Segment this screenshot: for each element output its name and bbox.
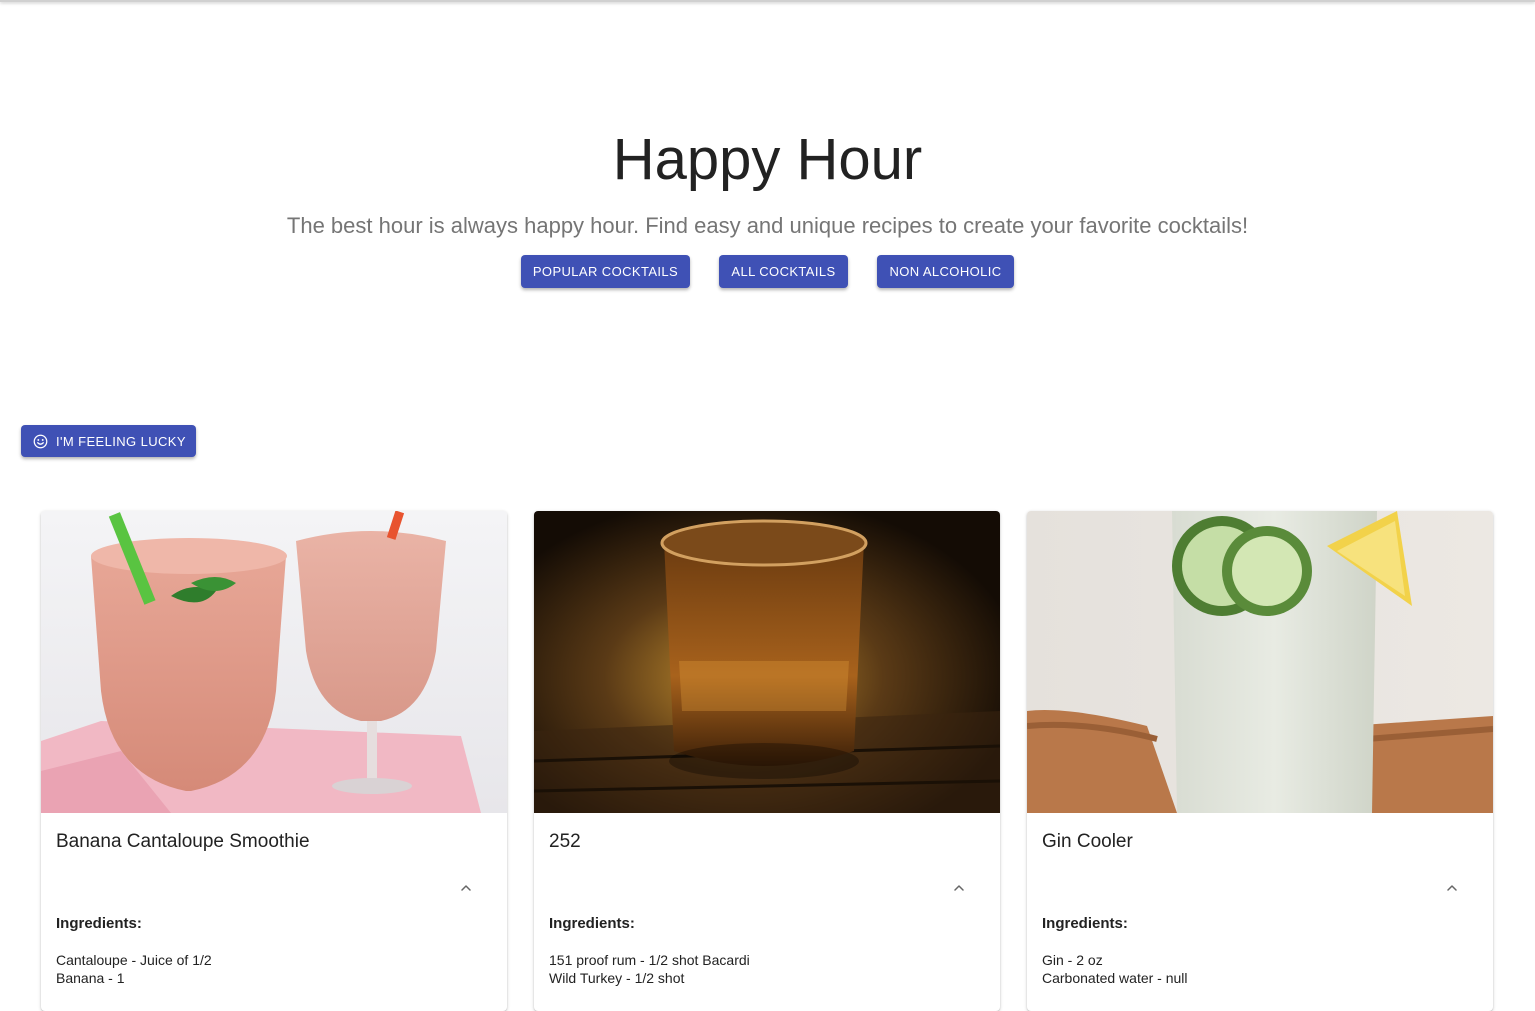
ingredients-label: Ingredients: [1042, 915, 1128, 932]
popular-cocktails-button[interactable]: POPULAR COCKTAILS [521, 255, 690, 288]
chevron-up-icon [1447, 885, 1457, 891]
ingredients-label: Ingredients: [56, 915, 142, 932]
ingredient-item: Wild Turkey - 1/2 shot [549, 970, 685, 986]
all-cocktails-button[interactable]: ALL COCKTAILS [719, 255, 848, 288]
expand-button[interactable] [1437, 876, 1467, 900]
chevron-up-icon [954, 885, 964, 891]
ingredients-label: Ingredients: [549, 915, 635, 932]
appbar-edge [0, 0, 1535, 2]
page-subtitle: The best hour is always happy hour. Find… [286, 213, 1249, 238]
cocktail-name: Gin Cooler [1042, 831, 1133, 852]
ingredient-item: Carbonated water - null [1042, 970, 1188, 986]
cocktail-card[interactable]: Gin Cooler Ingredients: Gin - 2 oz Carbo… [1027, 511, 1493, 1011]
expand-button[interactable] [451, 876, 481, 900]
cocktail-image[interactable] [41, 511, 507, 813]
non-alcoholic-button[interactable]: NON ALCOHOLIC [877, 255, 1014, 288]
ingredient-item: Gin - 2 oz [1042, 952, 1103, 968]
cocktail-name: 252 [549, 831, 581, 852]
feeling-lucky-button[interactable]: I'M FEELING LUCKY [21, 425, 196, 457]
smile-icon [33, 434, 48, 448]
cocktail-card[interactable]: Banana Cantaloupe Smoothie Ingredients: … [41, 511, 507, 1011]
cocktail-name: Banana Cantaloupe Smoothie [56, 831, 310, 852]
cocktail-image[interactable] [534, 511, 1000, 813]
expand-button[interactable] [944, 876, 974, 900]
ingredients-list: 151 proof rum - 1/2 shot Bacardi Wild Tu… [549, 951, 750, 987]
feeling-lucky-label: I'M FEELING LUCKY [56, 433, 186, 449]
cocktail-image[interactable] [1027, 511, 1493, 813]
cocktail-card[interactable]: 252 Ingredients: 151 proof rum - 1/2 sho… [534, 511, 1000, 1011]
page-title: Happy Hour [612, 127, 923, 192]
chevron-up-icon [461, 885, 471, 891]
ingredient-item: 151 proof rum - 1/2 shot Bacardi [549, 952, 750, 968]
ingredient-item: Banana - 1 [56, 970, 125, 986]
ingredient-item: Cantaloupe - Juice of 1/2 [56, 952, 212, 968]
ingredients-list: Cantaloupe - Juice of 1/2 Banana - 1 [56, 951, 212, 987]
ingredients-list: Gin - 2 oz Carbonated water - null [1042, 951, 1188, 987]
